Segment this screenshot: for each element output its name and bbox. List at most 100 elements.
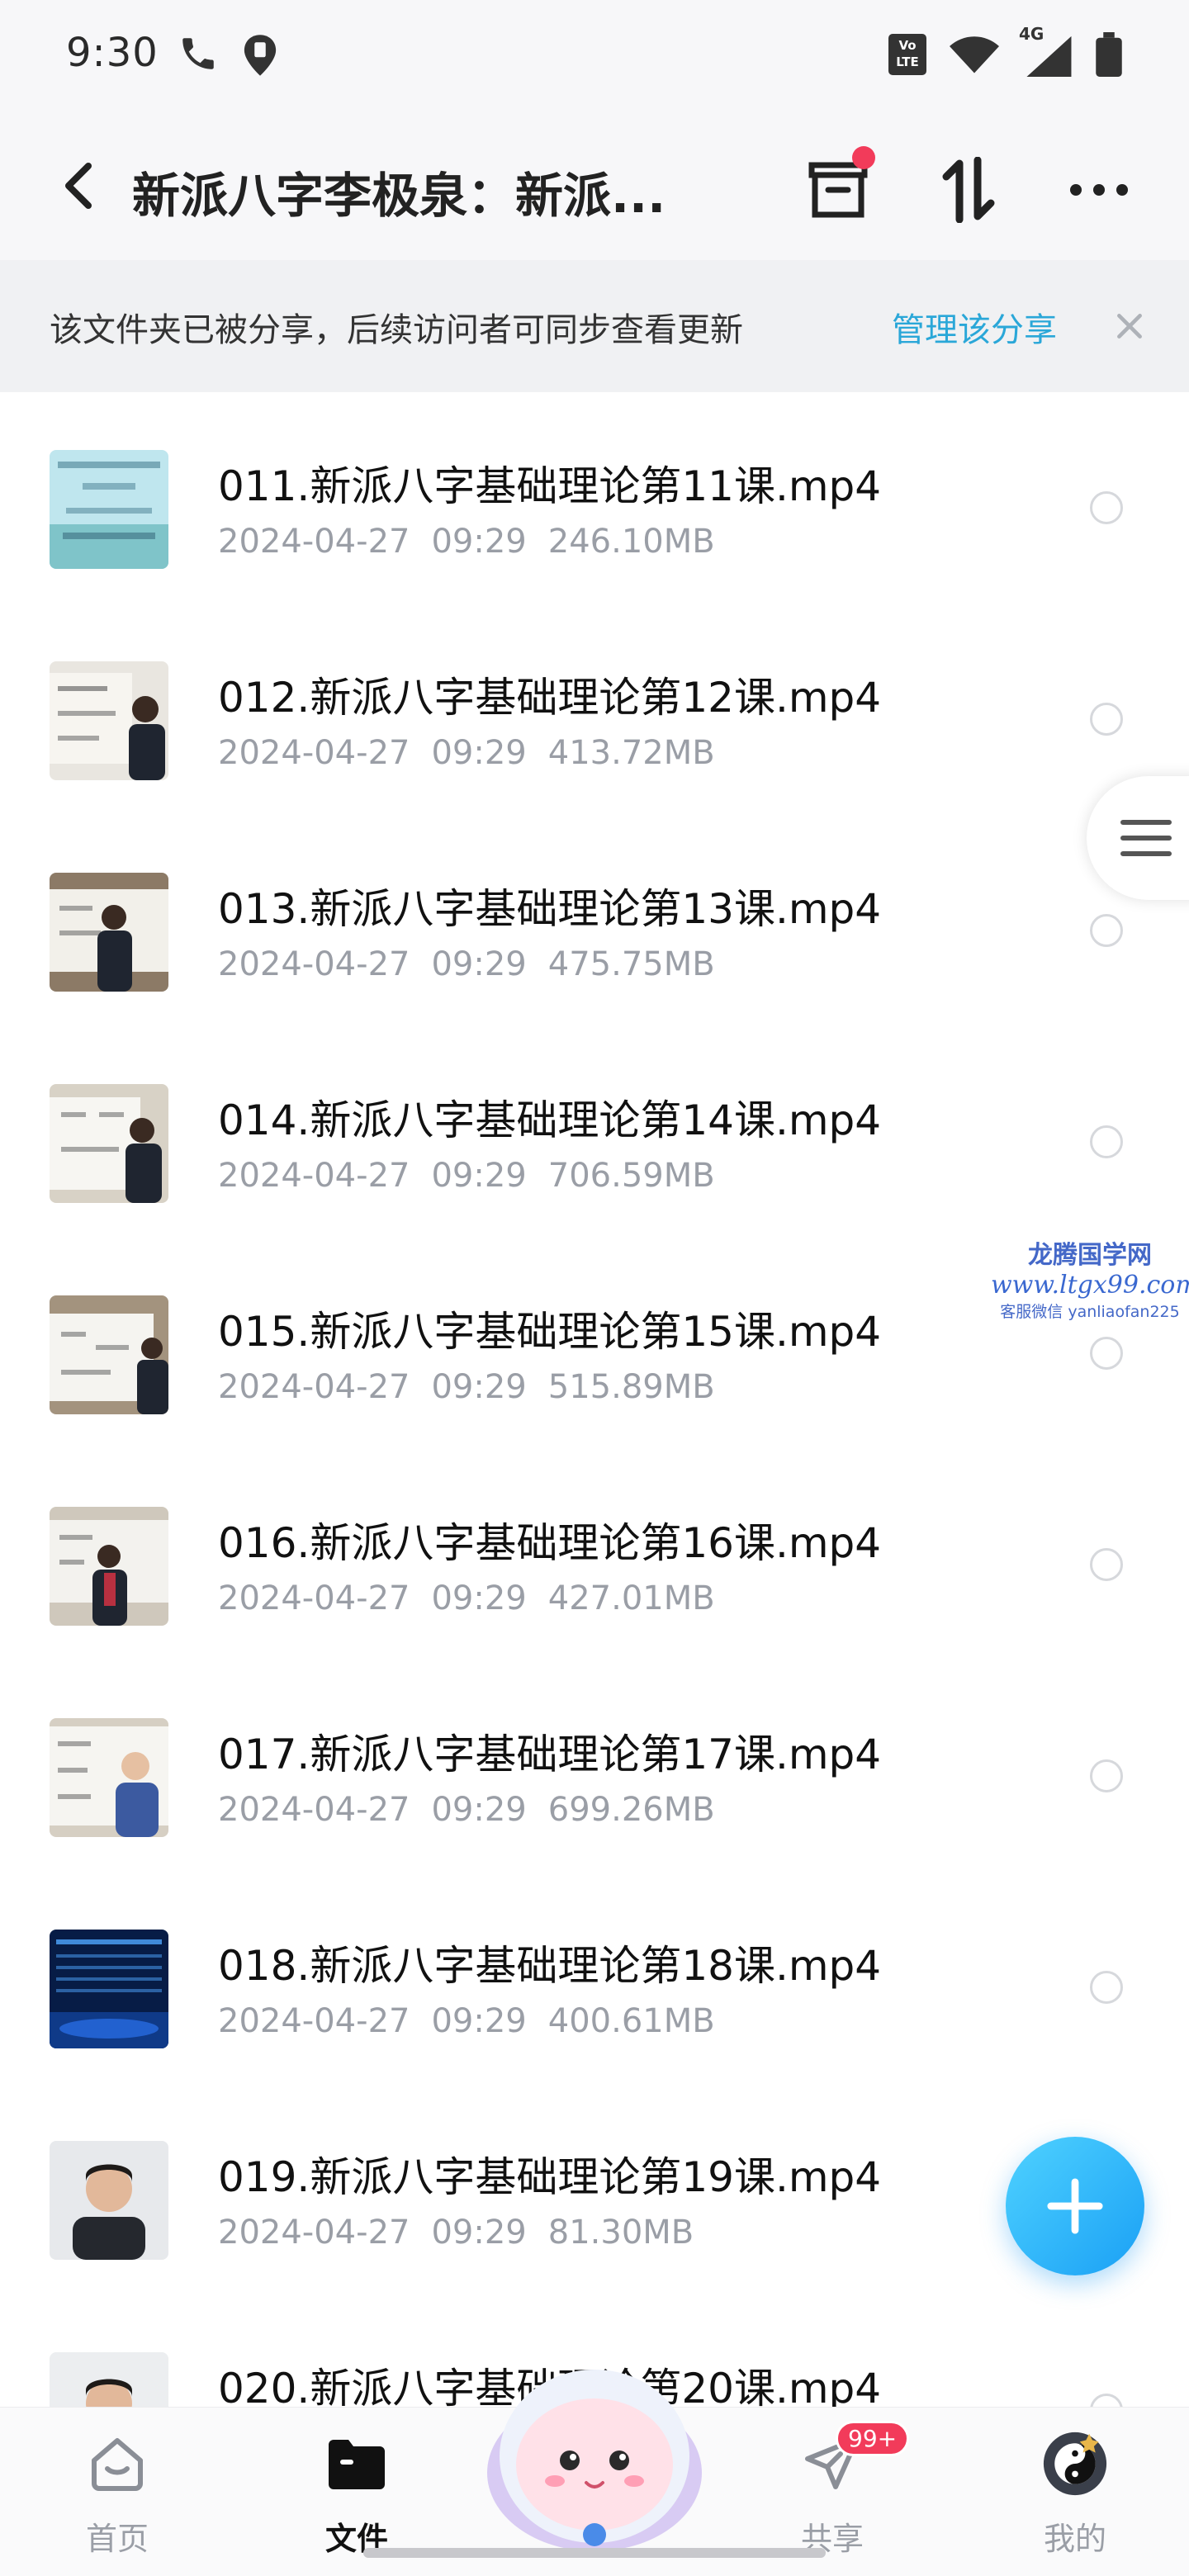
volte-label-top: Vo <box>898 38 917 53</box>
home-indicator <box>363 2548 826 2558</box>
header: 新派八字李极泉：新派... <box>0 107 1189 260</box>
nav-item-files[interactable]: 文件 <box>291 2431 423 2563</box>
file-meta: 2024-04-27 09:29 400.61MB <box>218 2002 737 2040</box>
file-time: 09:29 <box>431 1368 527 1406</box>
avatar-icon <box>1042 2431 1108 2497</box>
file-meta: 2024-04-27 09:29 515.89MB <box>218 1368 737 1406</box>
file-size: 400.61MB <box>547 2002 715 2040</box>
sort-button[interactable] <box>931 153 1006 227</box>
video-thumbnail <box>50 1507 168 1626</box>
select-radio[interactable] <box>1090 1337 1123 1370</box>
video-thumbnail <box>50 1930 168 2048</box>
more-button[interactable] <box>1062 153 1136 227</box>
file-time: 09:29 <box>431 734 527 772</box>
volte-label-bottom: LTE <box>896 54 919 69</box>
file-meta: 2024-04-27 09:29 427.01MB <box>218 1579 737 1617</box>
file-date: 2024-04-27 <box>218 2214 410 2252</box>
select-radio[interactable] <box>1090 491 1123 524</box>
file-date: 2024-04-27 <box>218 734 410 772</box>
file-name: 015.新派八字基础理论第15课.mp4 <box>218 1308 882 1356</box>
nav-item-share[interactable]: 99+ 共享 <box>766 2421 910 2563</box>
video-thumbnail <box>50 1718 168 1837</box>
avatar-image <box>1043 2432 1107 2496</box>
video-thumbnail <box>50 2352 168 2407</box>
mascot-icon[interactable] <box>479 2349 710 2555</box>
phone-icon <box>182 38 214 69</box>
file-item[interactable]: 014.新派八字基础理论第14课.mp4 2024-04-27 09:29 706.… <box>0 1026 1189 1238</box>
file-list: 011.新派八字基础理论第11课.mp4 2024-04-27 09:29 246.… <box>0 392 1189 2407</box>
file-time: 09:29 <box>431 2214 527 2252</box>
file-meta: 2024-04-27 09:29 475.75MB <box>218 945 737 983</box>
battery-icon <box>1096 32 1122 77</box>
network-label: 4G <box>1019 24 1045 44</box>
video-thumbnail-image <box>50 1084 168 1203</box>
send-icon: 99+ <box>799 2421 910 2497</box>
video-thumbnail-image <box>50 1295 168 1414</box>
more-icon <box>1070 184 1128 196</box>
nav-item-home[interactable]: 首页 <box>51 2431 183 2563</box>
hamburger-icon <box>1120 820 1172 856</box>
file-name: 016.新派八字基础理论第16课.mp4 <box>218 1519 882 1567</box>
notification-dot <box>852 146 875 169</box>
video-thumbnail-image <box>50 873 168 992</box>
share-badge: 99+ <box>836 2421 910 2456</box>
watermark: 龙腾国学网 www.ltgx99.com 客服微信 yanliaofan225 <box>991 1234 1189 1322</box>
select-radio[interactable] <box>1090 914 1123 947</box>
file-item[interactable]: 016.新派八字基础理论第16课.mp4 2024-04-27 09:29 427.… <box>0 1449 1189 1660</box>
file-time: 09:29 <box>431 2002 527 2040</box>
sort-icon <box>942 157 995 223</box>
wifi-icon <box>950 36 999 73</box>
back-icon <box>65 163 92 209</box>
share-banner-text: 该文件夹已被分享，后续访问者可同步查看更新 <box>50 311 743 349</box>
watermark-title: 龙腾国学网 <box>1028 1241 1152 1270</box>
close-icon <box>1117 314 1142 339</box>
file-meta: 2024-04-27 09:29 246.10MB <box>218 523 737 561</box>
add-button[interactable] <box>1006 2137 1144 2275</box>
file-item[interactable]: 013.新派八字基础理论第13课.mp4 2024-04-27 09:29 475.… <box>0 815 1189 1026</box>
file-date: 2024-04-27 <box>218 945 410 983</box>
status-time: 9:30 <box>66 30 159 76</box>
select-radio[interactable] <box>1090 1125 1123 1158</box>
file-date: 2024-04-27 <box>218 2002 410 2040</box>
file-name: 011.新派八字基础理论第11课.mp4 <box>218 462 882 510</box>
file-name: 019.新派八字基础理论第19课.mp4 <box>218 2153 882 2201</box>
select-radio[interactable] <box>1090 1548 1123 1581</box>
select-radio[interactable] <box>1090 1971 1123 2004</box>
file-item[interactable]: 012.新派八字基础理论第12课.mp4 2024-04-27 09:29 413.… <box>0 604 1189 815</box>
select-radio[interactable] <box>1090 703 1123 736</box>
video-thumbnail <box>50 873 168 992</box>
select-radio[interactable] <box>1090 1759 1123 1792</box>
file-item[interactable]: 017.新派八字基础理论第17课.mp4 2024-04-27 09:29 699.… <box>0 1660 1189 1872</box>
back-button[interactable] <box>50 153 107 219</box>
video-thumbnail-image <box>50 2352 168 2407</box>
file-time: 09:29 <box>431 523 527 561</box>
file-date: 2024-04-27 <box>218 1791 410 1829</box>
file-meta: 2024-04-27 09:29 81.30MB <box>218 2214 715 2252</box>
file-item[interactable]: 018.新派八字基础理论第18课.mp4 2024-04-27 09:29 400.… <box>0 1872 1189 2083</box>
file-size: 413.72MB <box>547 734 715 772</box>
select-radio[interactable] <box>1090 2394 1123 2407</box>
archive-button[interactable] <box>801 146 875 227</box>
home-icon <box>84 2431 150 2497</box>
watermark-contact: 客服微信 yanliaofan225 <box>1000 1303 1180 1321</box>
nav-label-home: 首页 <box>85 2521 149 2557</box>
manage-share-link[interactable]: 管理该分享 <box>892 303 1057 351</box>
nav-item-me[interactable]: 我的 <box>1009 2431 1141 2563</box>
banner-close-button[interactable] <box>1105 301 1154 351</box>
file-time: 09:29 <box>431 1157 527 1195</box>
file-time: 09:29 <box>431 1791 527 1829</box>
video-thumbnail-image <box>50 1930 168 2048</box>
file-size: 246.10MB <box>547 523 715 561</box>
video-thumbnail-image <box>50 1507 168 1626</box>
video-thumbnail <box>50 1084 168 1203</box>
file-name: 017.新派八字基础理论第17课.mp4 <box>218 1731 882 1778</box>
file-date: 2024-04-27 <box>218 1579 410 1617</box>
file-item[interactable]: 011.新派八字基础理论第11课.mp4 2024-04-27 09:29 246.… <box>0 392 1189 604</box>
file-name: 018.新派八字基础理论第18课.mp4 <box>218 1942 882 1990</box>
file-size: 81.30MB <box>547 2214 694 2252</box>
file-name: 014.新派八字基础理论第14课.mp4 <box>218 1096 882 1144</box>
file-meta: 2024-04-27 09:29 699.26MB <box>218 1791 737 1829</box>
file-meta: 2024-04-27 09:29 706.59MB <box>218 1157 737 1195</box>
page-title: 新派八字李极泉：新派... <box>132 168 666 224</box>
watermark-site: www.ltgx99.com <box>991 1271 1189 1300</box>
